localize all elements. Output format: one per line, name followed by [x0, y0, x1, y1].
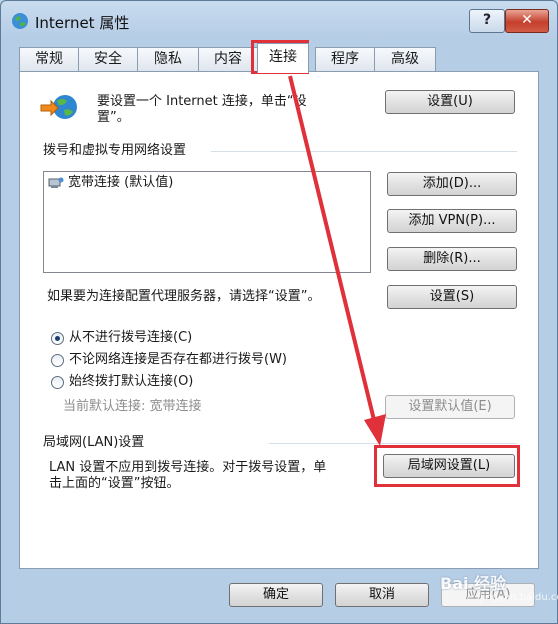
- radio-dial-whenever[interactable]: [51, 354, 64, 367]
- watermark-url: jingyan.baidu.com: [480, 592, 558, 603]
- radio-dial-whenever-label[interactable]: 不论网络连接是否存在都进行拨号(W): [69, 351, 287, 369]
- close-button[interactable]: ✕: [505, 9, 549, 33]
- tab-general[interactable]: 常规: [19, 47, 79, 71]
- tab-programs[interactable]: 程序: [315, 47, 375, 71]
- radio-always-dial-label[interactable]: 始终拨打默认连接(O): [69, 373, 193, 391]
- set-default-button[interactable]: 设置默认值(E): [385, 395, 515, 419]
- cancel-button[interactable]: 取消: [335, 583, 429, 607]
- internet-properties-window: Internet 属性 ? ✕ 常规 安全 隐私 内容 连接 程序 高级 要设置…: [0, 0, 558, 624]
- list-item-label: 宽带连接 (默认值): [68, 175, 174, 190]
- remove-button[interactable]: 删除(R)...: [387, 247, 517, 271]
- setup-button[interactable]: 设置(U): [385, 90, 515, 114]
- globe-icon: [12, 13, 28, 29]
- tab-content[interactable]: 内容: [198, 47, 258, 71]
- help-button[interactable]: ?: [469, 9, 505, 33]
- lan-settings-button[interactable]: 局域网设置(L): [383, 454, 515, 478]
- lan-text-line2: 击上面的“设置”按钮。: [49, 476, 180, 491]
- radio-always-dial[interactable]: [51, 376, 64, 389]
- title-bar[interactable]: Internet 属性 ? ✕: [1, 1, 557, 41]
- window-title: Internet 属性: [35, 14, 130, 32]
- dialup-divider: [211, 151, 517, 152]
- tab-connections[interactable]: 连接: [257, 43, 309, 73]
- broadband-connection-icon: [48, 177, 64, 188]
- dialup-heading: 拨号和虚拟专用网络设置: [43, 143, 187, 158]
- tab-security[interactable]: 安全: [78, 47, 138, 71]
- ok-button[interactable]: 确定: [229, 583, 323, 607]
- add-button[interactable]: 添加(D)...: [387, 172, 517, 196]
- lan-divider: [269, 443, 517, 444]
- radio-never-dial-label[interactable]: 从不进行拨号连接(C): [69, 329, 192, 347]
- setup-text-line2: 置”。: [97, 110, 130, 125]
- add-vpn-button[interactable]: 添加 VPN(P)...: [387, 209, 517, 233]
- current-default-text: 当前默认连接: 宽带连接: [63, 399, 202, 414]
- tab-privacy[interactable]: 隐私: [137, 47, 199, 71]
- lan-heading: 局域网(LAN)设置: [43, 435, 145, 450]
- network-setup-icon: [40, 95, 77, 119]
- proxy-text: 如果要为连接配置代理服务器，请选择“设置”。: [47, 289, 321, 304]
- watermark-logo: Bai 经验: [440, 574, 507, 593]
- tab-advanced[interactable]: 高级: [374, 47, 436, 71]
- connections-listbox[interactable]: 宽带连接 (默认值): [43, 171, 371, 273]
- proxy-settings-button[interactable]: 设置(S): [387, 285, 517, 309]
- radio-never-dial[interactable]: [51, 332, 64, 345]
